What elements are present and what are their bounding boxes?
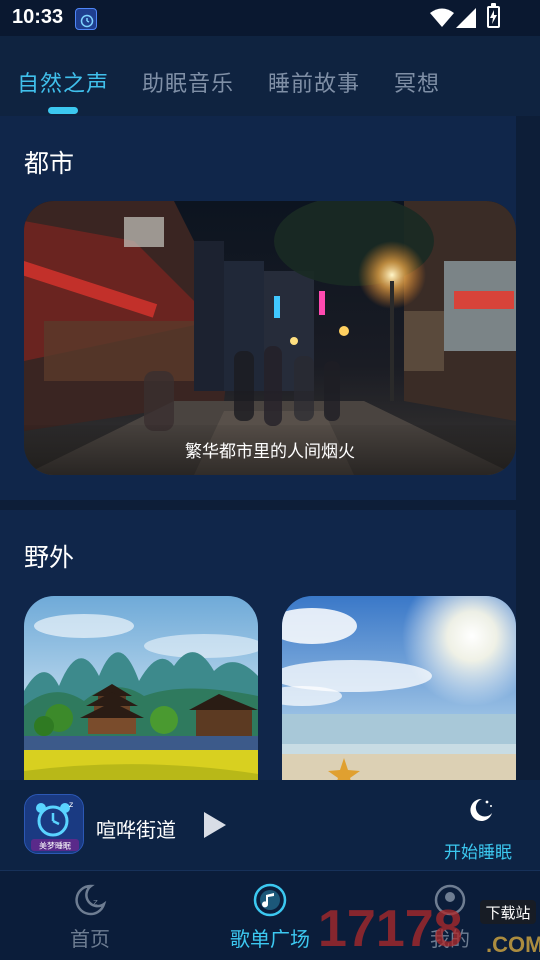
- nav-home[interactable]: z 首页: [40, 871, 140, 960]
- site-watermark-logo: 17178 下载站 .COM: [318, 900, 540, 958]
- cover-label: 美梦睡眠: [39, 841, 71, 851]
- moon-stars-icon: [470, 798, 492, 821]
- tab-sleep-music[interactable]: 助眠音乐: [142, 66, 234, 98]
- now-playing-title: 喧哗街道: [96, 818, 176, 842]
- moon-icon: z: [75, 884, 107, 916]
- watermark-domain: .COM: [486, 932, 540, 957]
- active-tab-indicator: [48, 107, 78, 114]
- play-icon[interactable]: [200, 810, 230, 840]
- alarm-clock-icon: z 美梦睡眠: [25, 795, 83, 853]
- sunny-beach-image: [282, 596, 516, 796]
- wild-sound-card[interactable]: [24, 596, 258, 796]
- city-sound-card[interactable]: 繁华都市里的人间烟火: [24, 201, 516, 475]
- status-time: 10:33: [12, 6, 64, 28]
- mini-player[interactable]: z 美梦睡眠 喧哗街道 开始睡眠: [0, 780, 540, 870]
- app-notification-icon: [75, 8, 97, 30]
- signal-icon: [456, 8, 476, 28]
- category-tabs: 自然之声 助眠音乐 睡前故事 冥想: [0, 36, 540, 116]
- start-sleep-label: 开始睡眠: [444, 843, 512, 863]
- section-title: 都市: [24, 149, 75, 178]
- album-cover[interactable]: z 美梦睡眠: [24, 794, 84, 854]
- watermark-number: 17178: [318, 900, 463, 958]
- tab-bedtime-stories[interactable]: 睡前故事: [268, 66, 360, 98]
- tab-nature-sounds[interactable]: 自然之声: [17, 66, 109, 98]
- wifi-icon: [430, 8, 454, 27]
- svg-text:z: z: [69, 800, 73, 809]
- nav-playlist-label: 歌单广场: [230, 927, 310, 951]
- watermark-site: 下载站: [485, 904, 530, 922]
- svg-text:z: z: [93, 898, 98, 908]
- nav-home-label: 首页: [70, 927, 110, 951]
- music-disc-icon: [253, 883, 287, 917]
- status-bar: 10:33: [0, 0, 540, 36]
- karst-mountains-image: [24, 596, 258, 796]
- card-caption: 繁华都市里的人间烟火: [185, 442, 355, 462]
- section-title: 野外: [24, 543, 75, 572]
- nav-playlist-square[interactable]: 歌单广场: [220, 871, 320, 960]
- battery-icon: [487, 3, 500, 28]
- tab-meditation[interactable]: 冥想: [394, 66, 440, 98]
- app-screen: 10:33 自然之声 助眠音乐 睡前故事 冥想 都市 繁华都市里的人间烟火 野外…: [0, 0, 540, 960]
- start-sleep-button[interactable]: 开始睡眠: [440, 796, 520, 866]
- wild-sound-card[interactable]: [282, 596, 516, 796]
